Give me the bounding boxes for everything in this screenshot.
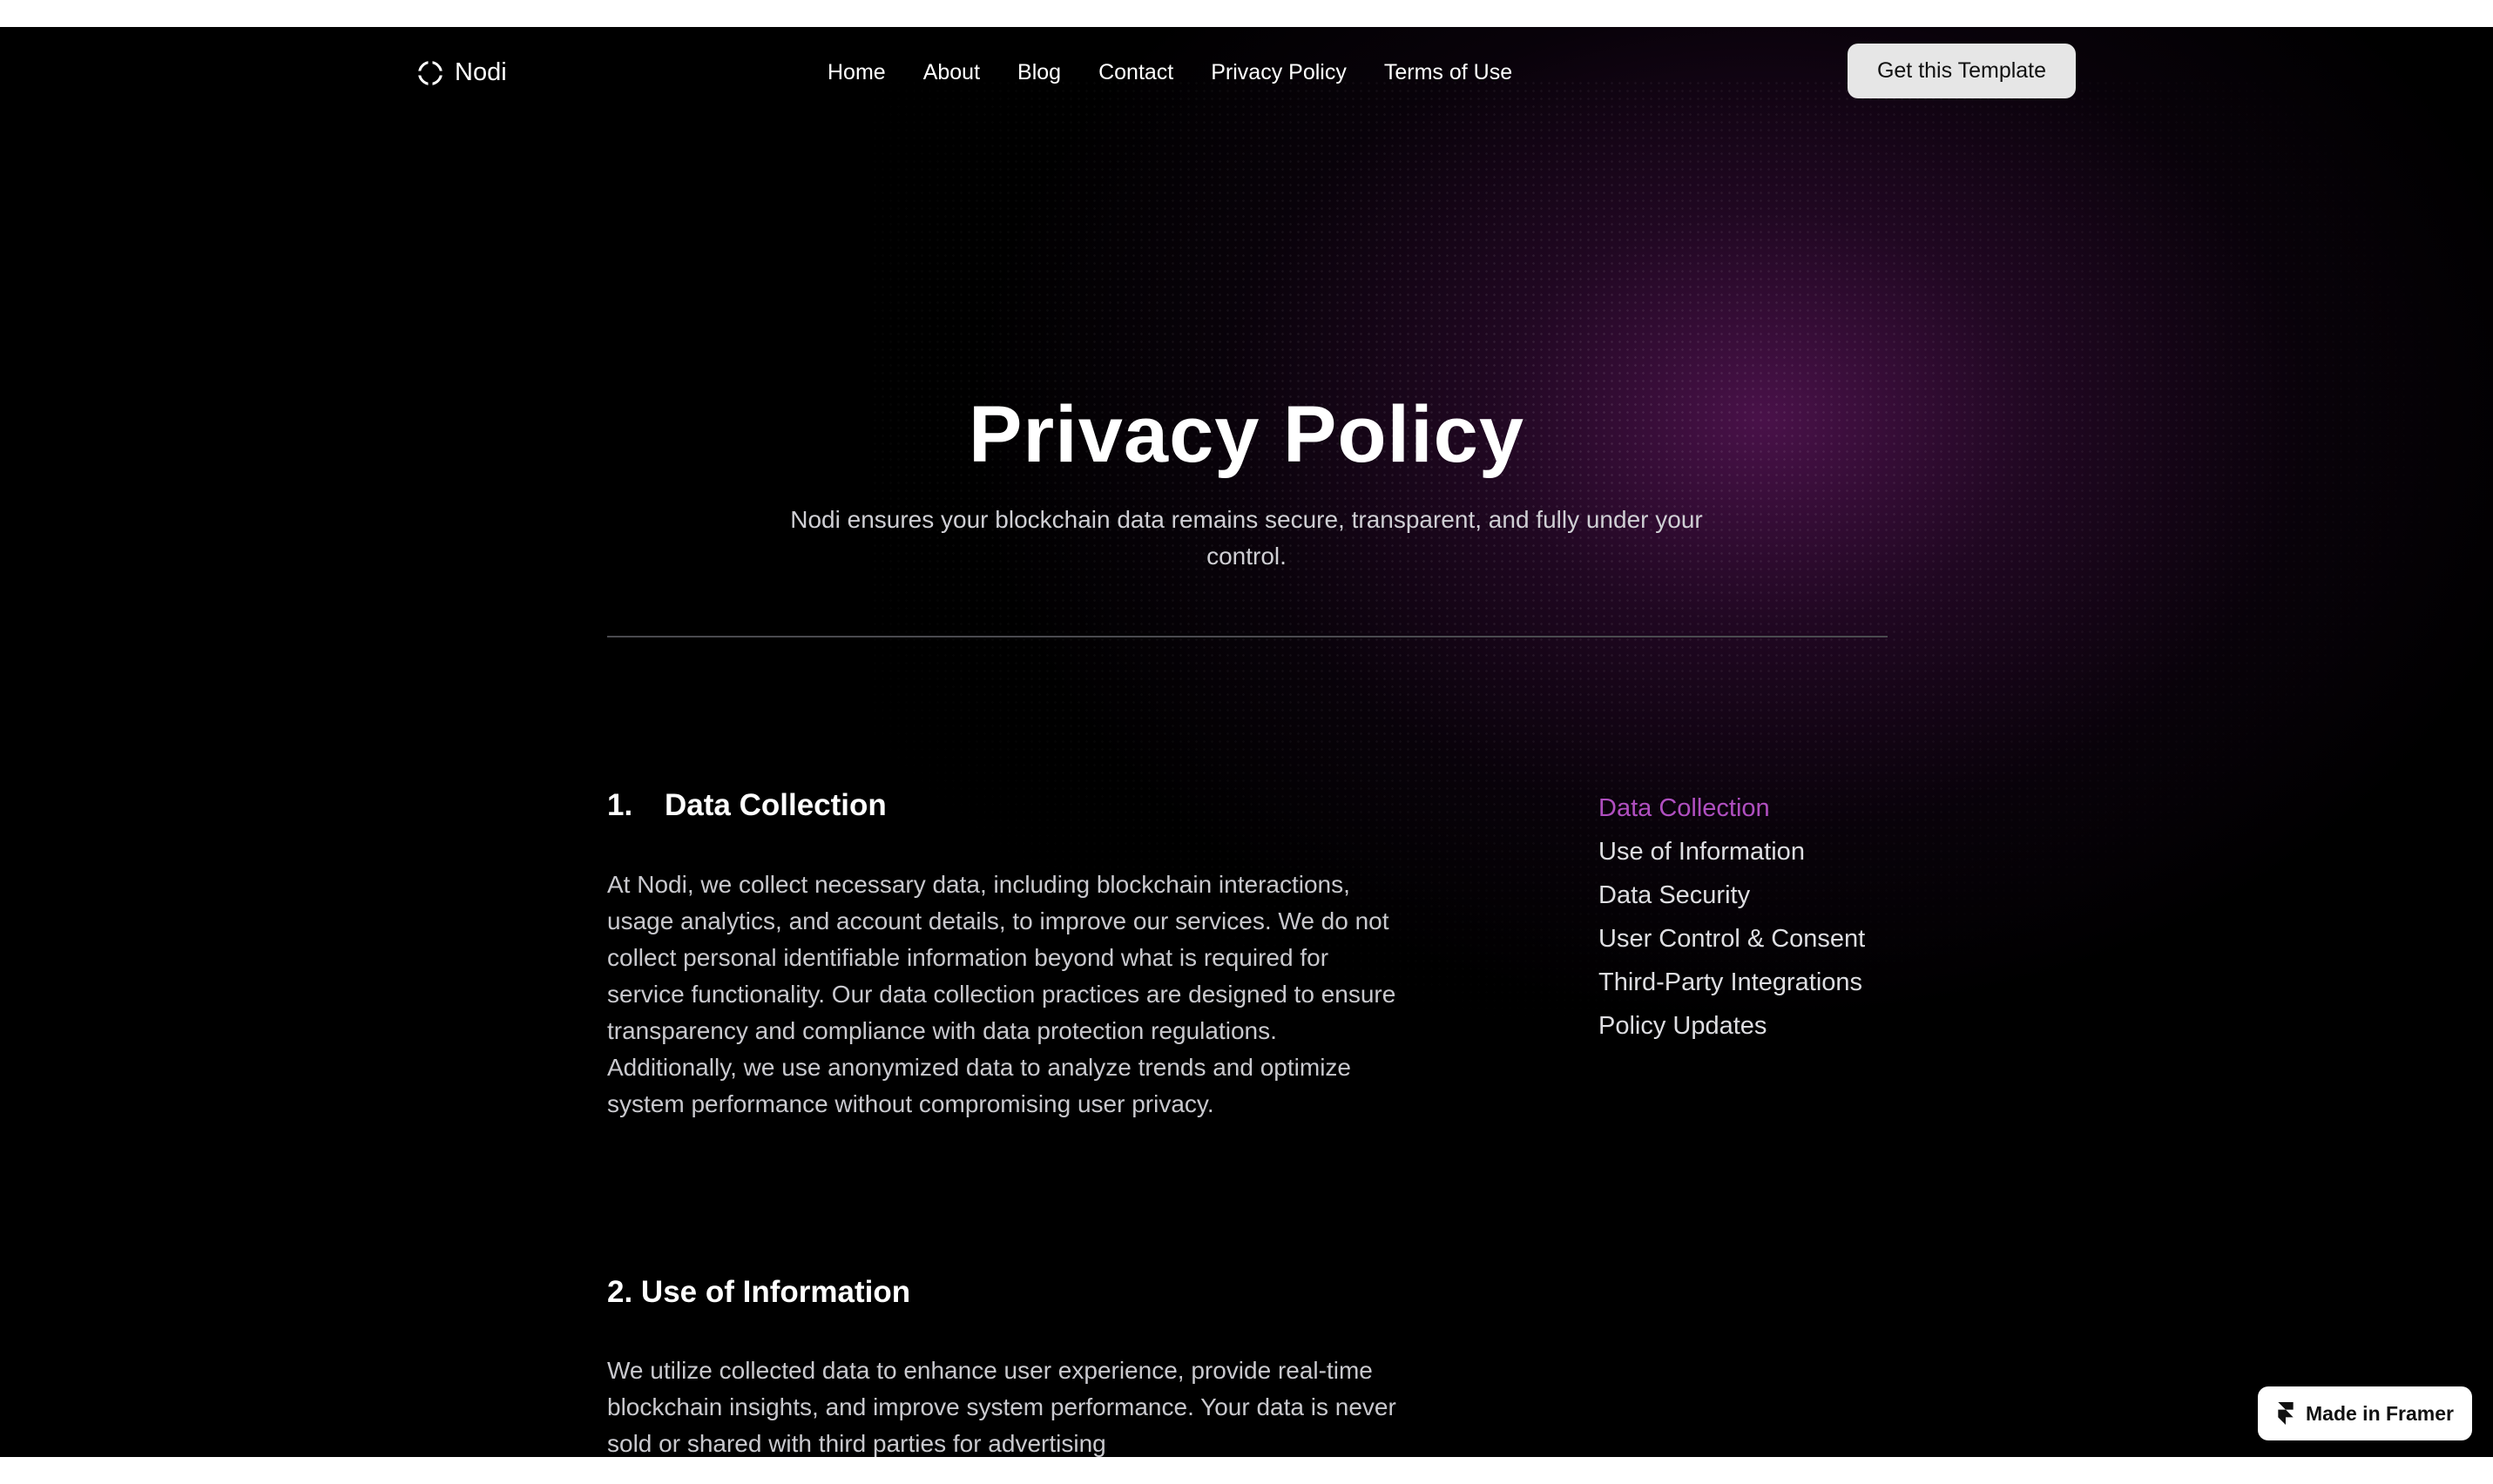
brand-logo-link[interactable]: Nodi — [416, 58, 507, 87]
page-title: Privacy Policy — [969, 390, 1524, 479]
nav-link-about[interactable]: About — [923, 60, 980, 85]
toc-item-data-security[interactable]: Data Security — [1598, 874, 1865, 917]
page-subtitle: Nodi ensures your blockchain data remain… — [790, 506, 1703, 570]
toc-item-third-party-integrations[interactable]: Third-Party Integrations — [1598, 961, 1865, 1004]
nav-links: Home About Blog Contact Privacy Policy T… — [828, 60, 1512, 85]
nav-link-contact[interactable]: Contact — [1098, 60, 1173, 85]
nav-link-blog[interactable]: Blog — [1017, 60, 1061, 85]
toc-item-use-of-information[interactable]: Use of Information — [1598, 830, 1865, 874]
brand-name: Nodi — [455, 58, 507, 86]
badge-label: Made in Framer — [2306, 1401, 2454, 1425]
framer-logo-icon — [2278, 1402, 2294, 1425]
toc-item-policy-updates[interactable]: Policy Updates — [1598, 1004, 1865, 1048]
section-title: Data Collection — [665, 788, 887, 822]
toc-item-data-collection[interactable]: Data Collection — [1598, 786, 1865, 830]
toc-item-user-control-consent[interactable]: User Control & Consent — [1598, 917, 1865, 961]
nav-link-home[interactable]: Home — [828, 60, 886, 85]
made-in-framer-badge[interactable]: Made in Framer — [2258, 1386, 2472, 1440]
top-navigation: Nodi Home About Blog Contact Privacy Pol… — [0, 27, 2493, 114]
get-template-button[interactable]: Get this Template — [1848, 44, 2076, 98]
hero-divider — [607, 636, 1888, 637]
section-heading-data-collection: 1. Data Collection — [607, 787, 887, 824]
section-body-data-collection: At Nodi, we collect necessary data, incl… — [607, 871, 1396, 1117]
section-heading-use-of-information: 2. Use of Information — [607, 1275, 911, 1309]
nav-link-privacy-policy[interactable]: Privacy Policy — [1211, 60, 1347, 85]
page-viewport: Nodi Home About Blog Contact Privacy Pol… — [0, 27, 2493, 1457]
nodi-logo-icon — [418, 60, 443, 85]
section-body-use-of-information: We utilize collected data to enhance use… — [607, 1357, 1396, 1457]
section-number: 1. — [607, 788, 633, 822]
nav-link-terms-of-use[interactable]: Terms of Use — [1384, 60, 1512, 85]
table-of-contents: Data Collection Use of Information Data … — [1598, 786, 1865, 1048]
